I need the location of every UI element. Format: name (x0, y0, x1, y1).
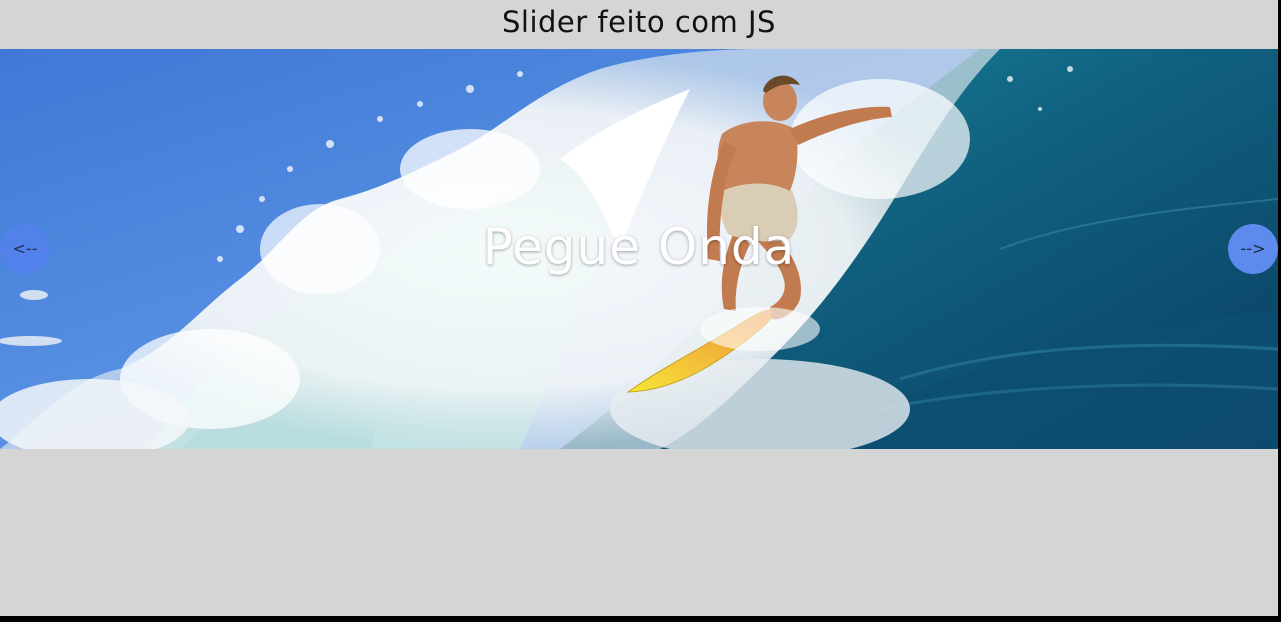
next-slide-button[interactable]: --> (1228, 224, 1278, 274)
slide-caption: Pegue Onda (482, 218, 796, 276)
image-slider: Pegue Onda <-- --> (0, 49, 1278, 449)
page-title: Slider feito com JS (502, 5, 776, 39)
page: Slider feito com JS Pegue Onda <-- --> (0, 0, 1278, 616)
prev-slide-button[interactable]: <-- (0, 224, 50, 274)
